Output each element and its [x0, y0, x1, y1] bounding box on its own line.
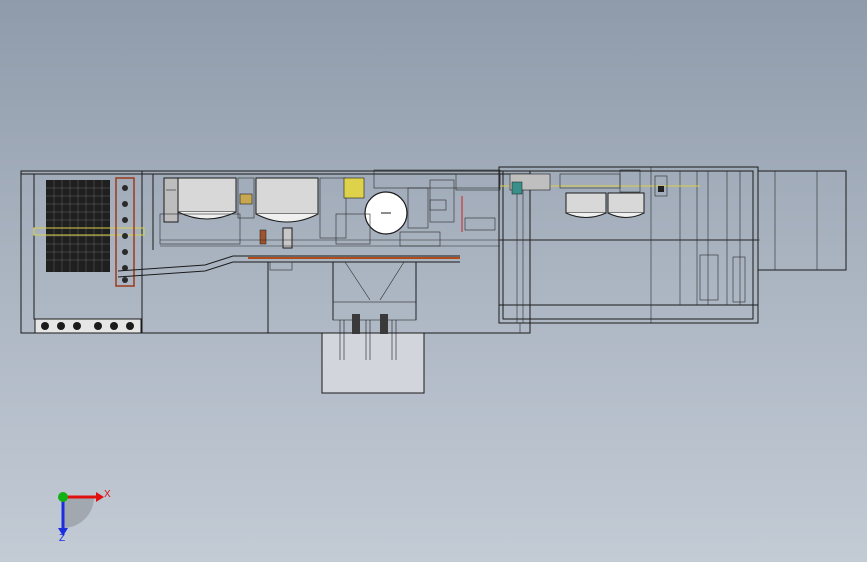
coordinate-triad: X Z [58, 489, 111, 544]
fan-row [34, 318, 142, 334]
machine-assembly-drawing[interactable]: X Z [0, 0, 867, 562]
right-frame [498, 166, 847, 333]
radiator-block [33, 177, 145, 287]
drum-tank-right-2 [607, 192, 645, 218]
x-axis-label: X [104, 489, 111, 500]
drum-tank-left [163, 177, 237, 223]
hopper-stand [321, 261, 425, 394]
conveyor [117, 255, 460, 278]
z-axis-label: Z [59, 533, 65, 544]
drum-tank-right-1 [565, 192, 607, 218]
cad-graphics-viewport[interactable]: X Z [0, 0, 867, 562]
rotary-drum [364, 191, 408, 235]
